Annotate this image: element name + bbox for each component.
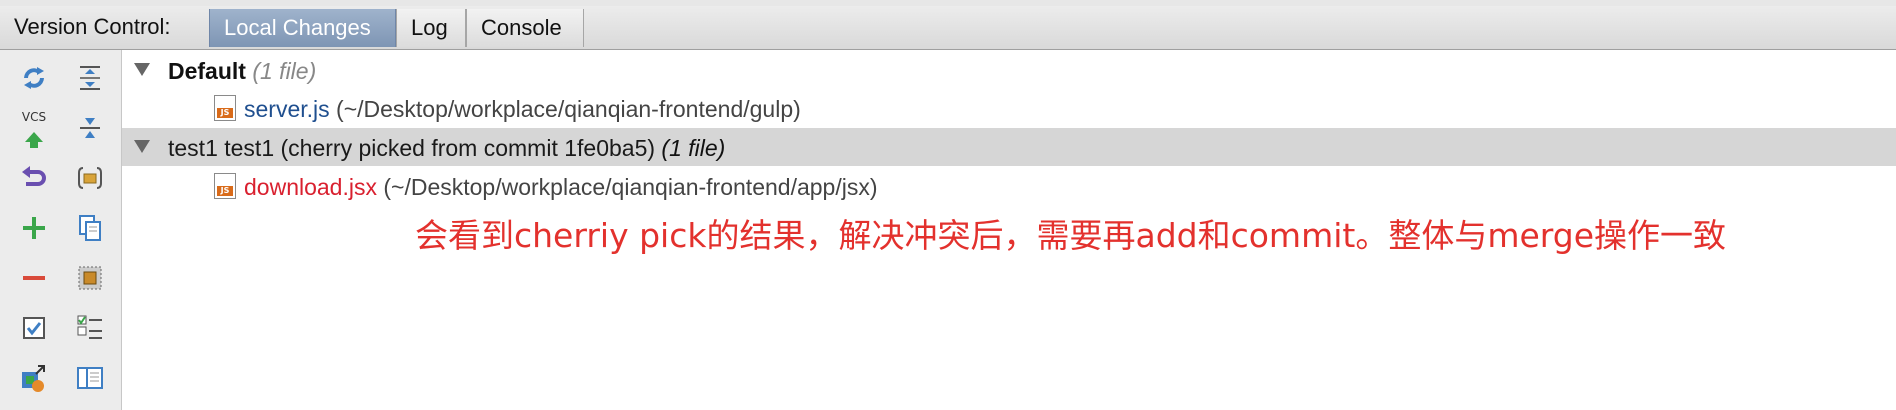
tab-console[interactable]: Console — [466, 9, 584, 47]
add-changelist-icon[interactable] — [16, 210, 52, 246]
tab-log[interactable]: Log — [396, 9, 466, 47]
checkbox-icon[interactable] — [16, 310, 52, 346]
file-count: (1 file) — [252, 58, 317, 84]
revert-icon[interactable] — [16, 160, 52, 196]
file-path: (~/Desktop/workplace/qianqian-frontend/g… — [336, 96, 801, 122]
file-count: (1 file) — [661, 135, 726, 161]
move-to-changelist-icon[interactable] — [16, 360, 52, 396]
annotation-text: 会看到cherriy pick的结果，解决冲突后，需要再add和commit。整… — [415, 216, 1727, 255]
copy-icon[interactable] — [72, 210, 108, 246]
version-control-label: Version Control: — [14, 14, 171, 39]
file-name-server-js: server.js (~/Desktop/workplace/qianqian-… — [244, 96, 801, 122]
changelist-row-default[interactable]: Default (1 file) — [122, 51, 1896, 89]
jsx-file-icon: JS — [214, 173, 236, 199]
collapse-triangle-icon[interactable] — [134, 140, 150, 153]
preview-panel-icon[interactable] — [72, 360, 108, 396]
shelve-icon[interactable] — [72, 260, 108, 296]
group-by-icon[interactable] — [72, 160, 108, 196]
tab-local-changes[interactable]: Local Changes — [209, 9, 396, 47]
changes-toolbar: VCS — [0, 50, 122, 410]
changelist-name-default: Default (1 file) — [168, 58, 317, 84]
expand-all-icon[interactable] — [72, 60, 108, 96]
file-row-server-js[interactable]: JS server.js (~/Desktop/workplace/qianqi… — [122, 89, 1896, 127]
changelist-row-test1[interactable]: test1 test1 (cherry picked from commit 1… — [122, 128, 1896, 166]
vcs-commit-icon[interactable]: VCS — [16, 110, 52, 148]
vcs-label: VCS — [21, 110, 47, 124]
js-file-icon: JS — [214, 95, 236, 121]
collapse-triangle-icon[interactable] — [134, 63, 150, 76]
collapse-all-icon[interactable] — [72, 110, 108, 146]
refresh-icon[interactable] — [16, 60, 52, 96]
remove-changelist-icon[interactable] — [16, 260, 52, 296]
tool-window-tab-bar: Version Control: Local Changes Log Conso… — [0, 6, 1896, 50]
show-diff-list-icon[interactable] — [72, 310, 108, 346]
changelist-name-test1: test1 test1 (cherry picked from commit 1… — [168, 135, 726, 161]
file-path: (~/Desktop/workplace/qianqian-frontend/a… — [383, 174, 878, 200]
file-name-download-jsx: download.jsx (~/Desktop/workplace/qianqi… — [244, 174, 878, 200]
file-row-download-jsx[interactable]: JS download.jsx (~/Desktop/workplace/qia… — [122, 167, 1896, 205]
